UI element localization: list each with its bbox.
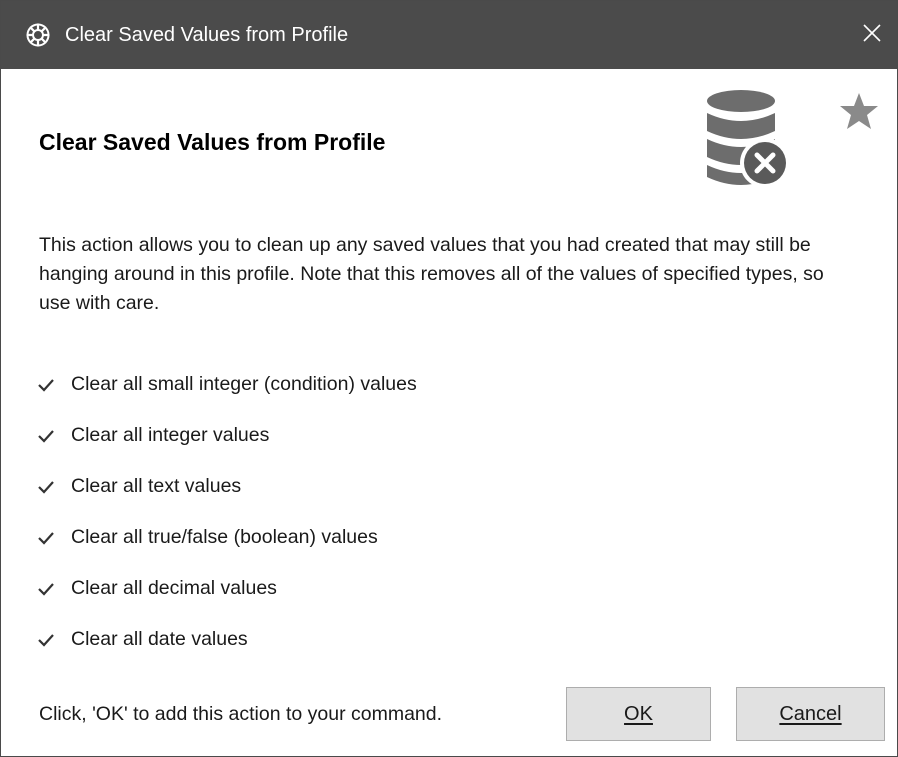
- option-integer[interactable]: Clear all integer values: [35, 410, 735, 461]
- favorite-star-icon[interactable]: [839, 91, 879, 131]
- title-bar[interactable]: Clear Saved Values from Profile: [1, 1, 897, 69]
- database-delete-icon: [701, 87, 797, 197]
- dialog-window: Clear Saved Values from Profile Clear Sa…: [0, 0, 898, 757]
- options-list: Clear all small integer (condition) valu…: [35, 359, 735, 665]
- option-label: Clear all date values: [71, 628, 248, 650]
- checkmark-icon: [38, 633, 54, 647]
- page-title: Clear Saved Values from Profile: [39, 129, 386, 155]
- ok-button[interactable]: OK: [566, 687, 711, 741]
- action-description: This action allows you to clean up any s…: [39, 234, 824, 314]
- option-date[interactable]: Clear all date values: [35, 614, 735, 665]
- option-label: Clear all small integer (condition) valu…: [71, 373, 417, 395]
- option-label: Clear all integer values: [71, 424, 270, 446]
- cancel-button[interactable]: Cancel: [736, 687, 885, 741]
- option-text[interactable]: Clear all text values: [35, 461, 735, 512]
- checkmark-icon: [38, 480, 54, 494]
- checkmark-icon: [38, 582, 54, 596]
- checkbox[interactable]: [35, 425, 57, 447]
- checkbox[interactable]: [35, 578, 57, 600]
- option-small-integer[interactable]: Clear all small integer (condition) valu…: [35, 359, 735, 410]
- option-decimal[interactable]: Clear all decimal values: [35, 563, 735, 614]
- option-label: Clear all decimal values: [71, 577, 277, 599]
- footer-hint: Click, 'OK' to add this action to your c…: [39, 703, 443, 725]
- close-icon: [863, 23, 881, 47]
- option-label: Clear all text values: [71, 475, 242, 497]
- checkmark-icon: [38, 531, 54, 545]
- window-title: Clear Saved Values from Profile: [65, 24, 349, 46]
- app-gear-icon: [25, 22, 51, 48]
- checkbox[interactable]: [35, 476, 57, 498]
- checkbox[interactable]: [35, 374, 57, 396]
- checkmark-icon: [38, 378, 54, 392]
- close-button[interactable]: [849, 11, 895, 59]
- checkmark-icon: [38, 429, 54, 443]
- option-boolean[interactable]: Clear all true/false (boolean) values: [35, 512, 735, 563]
- checkbox[interactable]: [35, 527, 57, 549]
- option-label: Clear all true/false (boolean) values: [71, 526, 378, 548]
- checkbox[interactable]: [35, 629, 57, 651]
